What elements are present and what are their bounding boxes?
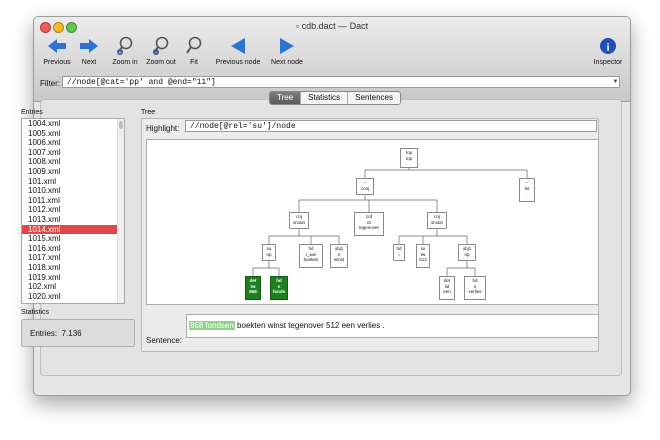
sentence-text: 868 fondsen boekten winst tegenover 512 e… (189, 321, 385, 330)
tree-node[interactable]: hd i_ww boeken (299, 244, 323, 268)
chevron-down-icon[interactable]: ▼ (611, 77, 620, 87)
tree-node[interactable]: det lid een (439, 276, 455, 300)
statistics-label: Statistics (21, 309, 50, 316)
triangle-right-icon (267, 35, 307, 57)
tree-node[interactable]: hd i (393, 244, 405, 261)
sentence-label: Sentence: (146, 336, 183, 345)
highlighted-word: fondsen (204, 321, 235, 330)
list-item[interactable]: 1016.xml (22, 244, 124, 254)
list-item[interactable]: 1008.xml (22, 157, 124, 167)
previous-node-button[interactable]: Previous node (214, 35, 262, 77)
tree-node[interactable]: obj1 n winst (330, 244, 348, 268)
list-item[interactable]: 1017.xml (22, 253, 124, 263)
list-item[interactable]: 1007.xml (22, 148, 124, 158)
splitter-handle[interactable] (134, 117, 137, 349)
highlight-input[interactable]: //node[@rel='su']/node (185, 120, 597, 132)
svg-text:−: − (155, 50, 158, 56)
tree-node-highlighted[interactable]: hd n fonds (270, 276, 288, 300)
zoom-out-button[interactable]: − Zoom out (144, 35, 178, 77)
next-node-button[interactable]: Next node (267, 35, 307, 77)
view-tabs: Tree Statistics Sentences (269, 91, 401, 105)
tree-node[interactable]: obj1 np (458, 244, 476, 261)
titlebar: ▫ cdb.dact — Dact Previous Next + Zoom i… (34, 17, 630, 102)
tree-node[interactable]: crd vz tegenover (354, 212, 384, 236)
list-item[interactable]: 1005.xml (22, 129, 124, 139)
fit-button[interactable]: Fit (183, 35, 205, 77)
list-item[interactable]: 1015.xml (22, 234, 124, 244)
list-item[interactable]: 1010.xml (22, 186, 124, 196)
window-title: ▫ cdb.dact — Dact (295, 21, 369, 31)
inspector-button[interactable]: i Inspector (591, 35, 625, 77)
list-item[interactable]: 1013.xml (22, 215, 124, 225)
tree-node[interactable]: hd n verlies (464, 276, 486, 300)
arrow-left-icon (40, 35, 74, 57)
list-item[interactable]: 1006.xml (22, 138, 124, 148)
filter-input[interactable]: //node[@cat='pp' and @end="11"] (62, 76, 620, 88)
zoom-in-button[interactable]: + Zoom in (110, 35, 140, 77)
tree-node[interactable]: su tw 512 (416, 244, 430, 268)
tree-node[interactable]: -- let. (519, 178, 535, 202)
sentence-box[interactable]: 868 fondsen boekten winst tegenover 512 e… (186, 314, 599, 338)
tree-node[interactable]: top top (400, 148, 418, 168)
filter-label: Filter: (40, 79, 60, 88)
scroll-thumb[interactable] (119, 121, 123, 129)
svg-text:+: + (119, 50, 122, 56)
list-item[interactable]: 1018.xml (22, 263, 124, 273)
triangle-left-icon (214, 35, 262, 57)
info-icon: i (591, 35, 625, 57)
highlight-label: Highlight: (146, 124, 180, 133)
list-item[interactable]: 1020.xml (22, 292, 124, 302)
svg-text:i: i (606, 42, 609, 54)
next-button[interactable]: Next (76, 35, 102, 77)
entries-label: Entries (21, 109, 43, 116)
list-item[interactable]: 1014.xml (22, 224, 124, 235)
zoom-out-icon: − (144, 35, 178, 57)
tree-node[interactable]: cnj smain (427, 212, 447, 229)
arrow-right-icon (76, 35, 102, 57)
list-item[interactable]: 1019.xml (22, 273, 124, 283)
tree-label: Tree (141, 109, 156, 116)
tab-sentences[interactable]: Sentences (348, 92, 400, 104)
highlighted-word: 868 (189, 321, 205, 330)
tab-statistics[interactable]: Statistics (301, 92, 349, 104)
list-item[interactable]: 1004.xml (22, 119, 124, 129)
entries-list[interactable]: 1004.xml 1005.xml 1006.xml 1007.xml 1008.xml… (21, 118, 125, 304)
zoom-in-icon: + (110, 35, 140, 57)
tree-canvas[interactable]: top top -- conj -- let. cnj smain crd vz tegen… (146, 139, 599, 305)
tree-node-highlighted[interactable]: det tw 868 (245, 276, 261, 300)
list-item[interactable]: 102.xml (22, 282, 124, 292)
previous-button[interactable]: Previous (40, 35, 74, 77)
tab-tree[interactable]: Tree (270, 92, 302, 104)
list-item[interactable]: 1009.xml (22, 167, 124, 177)
entries-scrollbar[interactable] (117, 119, 124, 303)
tree-node[interactable]: su np (262, 244, 276, 261)
list-item[interactable]: 1011.xml (22, 196, 124, 206)
list-item[interactable]: 1012.xml (22, 205, 124, 215)
tree-node[interactable]: cnj smain (289, 212, 309, 229)
tree-node[interactable]: -- conj (356, 178, 374, 195)
entries-count: Entries: 7.136 (30, 329, 82, 338)
list-item[interactable]: 101.xml (22, 177, 124, 187)
statistics-box: Entries: 7.136 (21, 319, 135, 347)
zoom-fit-icon (183, 35, 205, 57)
